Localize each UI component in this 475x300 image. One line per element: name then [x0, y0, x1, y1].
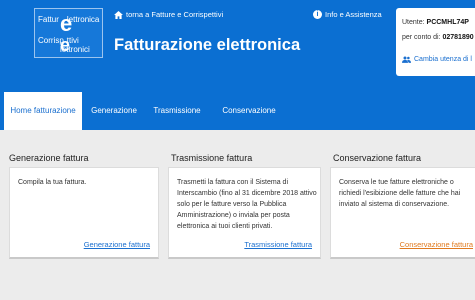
- on-behalf-line: per conto di: 02781890: [402, 34, 474, 41]
- generazione-section-title: Generazione fattura: [9, 153, 89, 163]
- trasmissione-card: Trasmetti la fattura con il Sistema di I…: [168, 167, 321, 259]
- generazione-card: Compila la tua fattura. Generazione fatt…: [9, 167, 159, 259]
- page-title: Fatturazione elettronica: [114, 36, 301, 54]
- trasmissione-description: Trasmetti la fattura con il Sistema di I…: [177, 179, 317, 230]
- fatture-corrispettivi-logo[interactable]: Fattur lettronica e Corrisp ttivi lettronic…: [34, 8, 103, 58]
- app-header: Fattur lettronica e Corrisp ttivi lettronic…: [0, 0, 475, 92]
- conservazione-fattura-link[interactable]: Conservazione fattura: [400, 240, 473, 249]
- back-to-fatture-link[interactable]: torna a Fatture e Corrispettivi: [114, 10, 223, 19]
- user-panel: Utente: PCCMHL74P per conto di: 02781890…: [396, 8, 475, 76]
- trasmissione-fattura-link[interactable]: Trasmissione fattura: [244, 240, 312, 249]
- page-background-strip: [0, 272, 475, 300]
- users-icon: [402, 56, 411, 63]
- tab-conservazione[interactable]: Conservazione: [210, 92, 288, 130]
- logo-e-mark-2: e: [60, 35, 71, 55]
- conservazione-description: Conserva le tue fatture elettroniche o r…: [339, 179, 461, 208]
- conservazione-section-title: Conservazione fattura: [333, 153, 422, 163]
- conservazione-card: Conserva le tue fatture elettroniche o r…: [330, 167, 475, 259]
- trasmissione-section-title: Trasmissione fattura: [171, 153, 253, 163]
- tab-generazione[interactable]: Generazione: [84, 92, 144, 130]
- user-id-line: Utente: PCCMHL74P: [402, 19, 469, 26]
- change-user-label: Cambia utenza di l: [414, 56, 472, 63]
- info-link-label: Info e Assistenza: [325, 10, 382, 19]
- generazione-description: Compila la tua fattura.: [18, 179, 87, 186]
- main-nav: Home fatturazione Generazione Trasmissio…: [0, 92, 475, 130]
- info-assistance-link[interactable]: i Info e Assistenza: [313, 10, 382, 19]
- logo-e-mark: e: [60, 11, 73, 36]
- tab-trasmissione[interactable]: Trasmissione: [146, 92, 208, 130]
- tab-home-fatturazione[interactable]: Home fatturazione: [4, 92, 82, 130]
- home-icon: [114, 10, 123, 19]
- user-id: PCCMHL74P: [426, 19, 469, 26]
- on-behalf-id: 02781890: [442, 34, 474, 41]
- change-user-link[interactable]: Cambia utenza di l: [402, 56, 472, 63]
- back-link-label: torna a Fatture e Corrispettivi: [126, 10, 224, 19]
- generazione-fattura-link[interactable]: Generazione fattura: [84, 240, 150, 249]
- info-icon: i: [313, 10, 322, 19]
